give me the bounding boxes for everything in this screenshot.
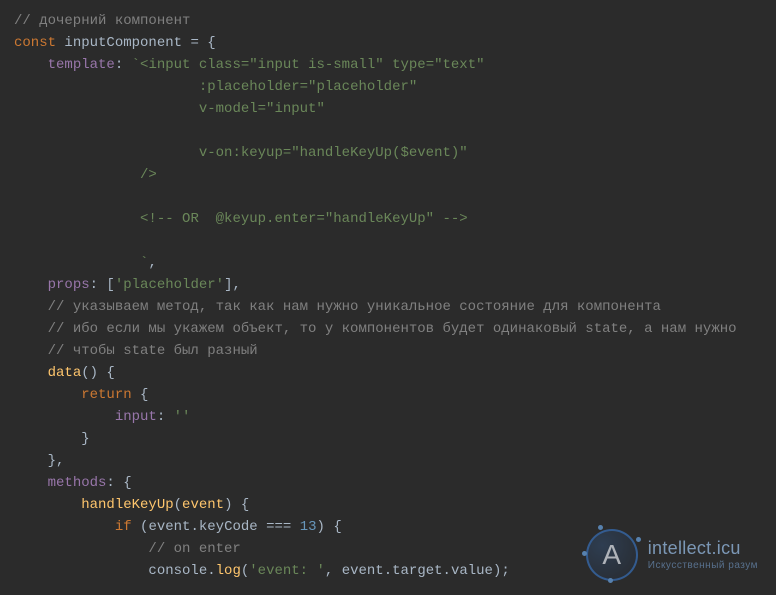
code-string: /> — [140, 167, 157, 183]
code-op: = { — [182, 35, 216, 51]
code-comment: // on enter — [148, 541, 240, 557]
code-comment: // указываем метод, так как нам нужно ун… — [48, 299, 661, 315]
code-brace: } — [81, 431, 89, 447]
code-brace: ) { — [224, 497, 249, 513]
code-brace: ) { — [317, 519, 342, 535]
code-string: v-on:keyup="handleKeyUp($event)" — [199, 145, 468, 161]
code-brace: { — [132, 387, 149, 403]
code-identifier: event — [148, 519, 190, 535]
code-editor: // дочерний компонент const inputCompone… — [14, 10, 762, 582]
code-property: props — [48, 277, 90, 293]
code-op: : [ — [90, 277, 115, 293]
code-op: . — [190, 519, 198, 535]
code-identifier: target — [392, 563, 442, 579]
code-op: ( — [132, 519, 149, 535]
code-op: ( — [241, 563, 249, 579]
code-param: event — [182, 497, 224, 513]
code-identifier: event — [342, 563, 384, 579]
code-property: input — [115, 409, 157, 425]
code-op: , — [325, 563, 342, 579]
code-brace: }, — [48, 453, 65, 469]
code-op: . — [384, 563, 392, 579]
code-string: '' — [174, 409, 191, 425]
code-string: 'placeholder' — [115, 277, 224, 293]
code-brace: () { — [81, 365, 115, 381]
code-keyword: if — [115, 519, 132, 535]
code-string: `<input class="input is-small" type="tex… — [132, 57, 485, 73]
code-property: template — [48, 57, 115, 73]
code-method: data — [48, 365, 82, 381]
code-op: : { — [106, 475, 131, 491]
code-op: , — [148, 255, 156, 271]
code-op: . — [443, 563, 451, 579]
code-identifier: console — [148, 563, 207, 579]
code-op: ( — [174, 497, 182, 513]
code-op: === — [258, 519, 300, 535]
code-comment: // чтобы state был разный — [48, 343, 258, 359]
code-property: methods — [48, 475, 107, 491]
code-comment: // дочерний компонент — [14, 13, 190, 29]
code-op: : — [115, 57, 132, 73]
code-string: 'event: ' — [249, 563, 325, 579]
code-string: :placeholder="placeholder" — [199, 79, 417, 95]
code-identifier: keyCode — [199, 519, 258, 535]
code-keyword: const — [14, 35, 56, 51]
code-op: : — [157, 409, 174, 425]
code-string: <!-- OR @keyup.enter="handleKeyUp" --> — [140, 211, 468, 227]
code-op: . — [207, 563, 215, 579]
code-op: ); — [493, 563, 510, 579]
code-number: 13 — [300, 519, 317, 535]
code-comment: // ибо если мы укажем объект, то у компо… — [48, 321, 737, 337]
code-op: ], — [224, 277, 241, 293]
code-method: log — [216, 563, 241, 579]
code-keyword: return — [81, 387, 131, 403]
code-string: v-model="input" — [199, 101, 325, 117]
code-identifier: value — [451, 563, 493, 579]
code-method: handleKeyUp — [81, 497, 173, 513]
code-identifier: inputComponent — [64, 35, 182, 51]
